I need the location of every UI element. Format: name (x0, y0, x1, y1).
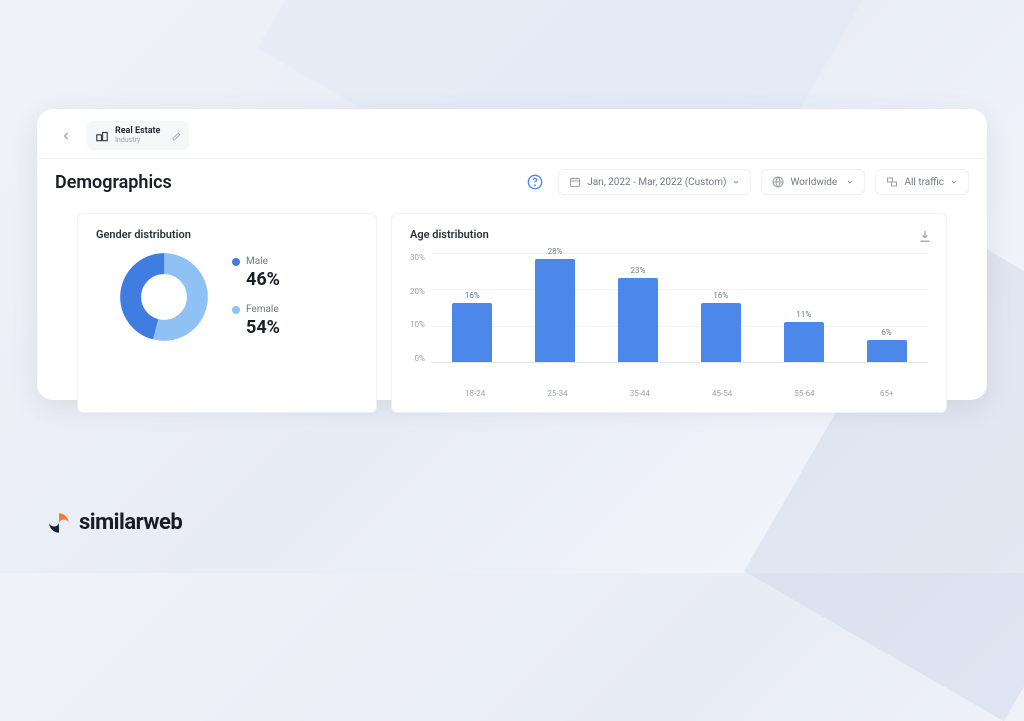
y-tick: 30% (410, 253, 425, 262)
date-range-label: Jan, 2022 - Mar, 2022 (Custom) (587, 177, 726, 188)
globe-icon (772, 176, 784, 188)
bar (535, 259, 575, 362)
bar (452, 303, 492, 362)
bar-value-label: 16% (465, 291, 480, 300)
industry-icon (95, 129, 109, 143)
bar-col: 11% (774, 310, 834, 362)
male-label: Male (246, 256, 268, 267)
x-tick: 45-54 (692, 389, 752, 398)
y-tick: 20% (410, 287, 425, 296)
context-subtitle: Industry (115, 137, 160, 145)
chevron-down-icon (732, 178, 740, 186)
region-label: Worldwide (790, 177, 840, 188)
chevron-down-icon (846, 178, 854, 186)
legend-dot-male (232, 258, 240, 266)
y-axis: 30% 20% 10% 0% (410, 253, 431, 363)
age-card: Age distribution 30% 20% 10% 0% 16% 28% 23… (391, 213, 947, 413)
age-card-title: Age distribution (410, 228, 928, 241)
chevron-down-icon (950, 178, 958, 186)
page-title: Demographics (55, 172, 512, 193)
gender-legend: Male 46% Female 54% (232, 256, 280, 338)
legend-male: Male 46% (232, 256, 280, 290)
bar-value-label: 28% (548, 247, 563, 256)
bar (784, 322, 824, 362)
brand-name: similarweb (79, 510, 182, 535)
bars-area: 16%28%23%16%11%6% (431, 253, 928, 363)
x-tick: 25-34 (527, 389, 587, 398)
back-arrow-icon (60, 130, 72, 142)
calendar-icon (569, 176, 581, 188)
legend-female: Female 54% (232, 304, 280, 338)
cards-row: Gender distribution Male 46% (37, 195, 987, 431)
gender-card-title: Gender distribution (96, 228, 358, 241)
page-header: Demographics Jan, 2022 - Mar, 2022 (Cust… (37, 159, 987, 195)
legend-dot-female (232, 306, 240, 314)
x-tick: 35-44 (610, 389, 670, 398)
y-tick: 0% (415, 354, 425, 363)
y-tick: 10% (410, 320, 425, 329)
date-range-selector[interactable]: Jan, 2022 - Mar, 2022 (Custom) (558, 169, 751, 195)
traffic-icon (886, 176, 898, 188)
bar-col: 6% (857, 328, 917, 362)
bar-value-label: 6% (881, 328, 891, 337)
help-button[interactable] (522, 169, 548, 195)
help-icon (527, 174, 543, 190)
brand-logo: similarweb (47, 510, 182, 535)
bar-col: 28% (525, 247, 585, 362)
female-percentage: 54% (246, 317, 280, 338)
download-icon (918, 229, 932, 243)
bar (867, 340, 907, 362)
female-label: Female (246, 304, 279, 315)
x-tick: 55-64 (774, 389, 834, 398)
traffic-label: All traffic (904, 177, 944, 188)
bar-value-label: 23% (631, 266, 646, 275)
traffic-selector[interactable]: All traffic (875, 169, 969, 195)
pencil-icon (172, 132, 181, 141)
bar (618, 278, 658, 362)
bar-col: 16% (691, 291, 751, 362)
similarweb-logo-icon (47, 511, 71, 535)
bar-col: 16% (442, 291, 502, 362)
bar-value-label: 16% (713, 291, 728, 300)
bar-col: 23% (608, 266, 668, 362)
x-tick: 65+ (857, 389, 917, 398)
gender-donut-chart (120, 253, 208, 341)
bar-value-label: 11% (796, 310, 811, 319)
x-tick: 18-24 (445, 389, 505, 398)
age-bar-chart: 30% 20% 10% 0% 16%28%23%16%11%6% (410, 253, 928, 383)
app-panel: Real Estate Industry Demographics Jan, 2… (37, 109, 987, 400)
context-chip[interactable]: Real Estate Industry (87, 121, 189, 150)
male-percentage: 46% (246, 269, 280, 290)
back-button[interactable] (55, 125, 77, 147)
download-button[interactable] (918, 228, 932, 247)
region-selector[interactable]: Worldwide (761, 169, 865, 195)
bar (701, 303, 741, 362)
context-bar: Real Estate Industry (37, 109, 987, 159)
gender-card: Gender distribution Male 46% (77, 213, 377, 413)
edit-context-button[interactable] (172, 126, 181, 145)
x-axis: 18-24 25-34 35-44 45-54 55-64 65+ (434, 389, 928, 398)
